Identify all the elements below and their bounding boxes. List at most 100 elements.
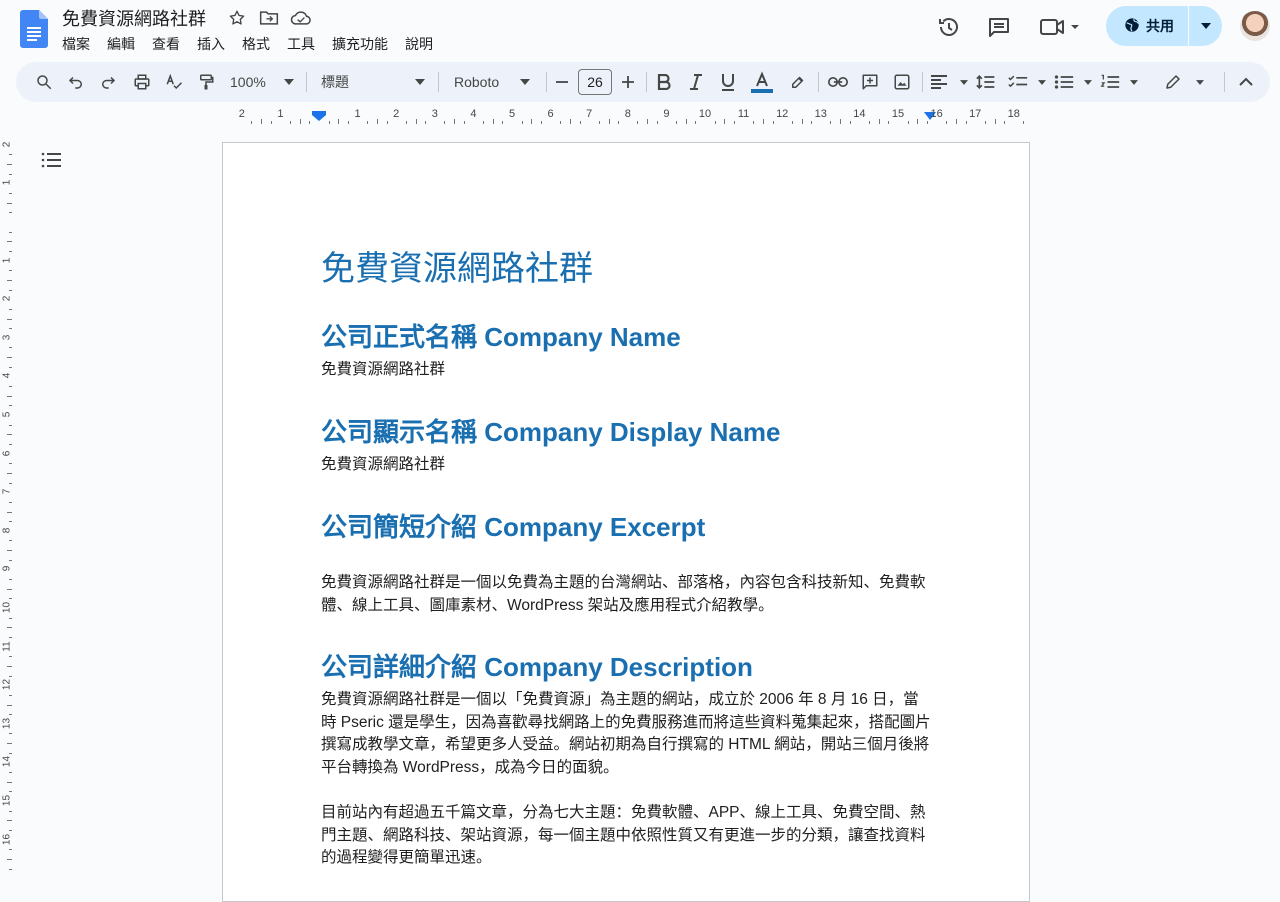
vruler-tick <box>7 588 12 590</box>
paragraph-articles[interactable]: 目前站內有超過五千篇文章，分為七大主題：免費軟體、APP、線上工具、免費空間、熱… <box>321 802 933 870</box>
comments-icon[interactable] <box>984 12 1014 42</box>
version-history-icon[interactable] <box>934 12 964 42</box>
bold-icon[interactable] <box>652 70 676 94</box>
menu-insert[interactable]: 插入 <box>197 34 225 54</box>
italic-icon[interactable] <box>684 70 708 94</box>
text-color-icon[interactable] <box>750 70 774 94</box>
font-family-select[interactable]: Roboto <box>454 70 530 94</box>
menu-view[interactable]: 查看 <box>152 34 180 54</box>
hide-menus-chevron-up-icon[interactable] <box>1234 70 1258 94</box>
menu-tools[interactable]: 工具 <box>287 34 315 54</box>
share-label: 共用 <box>1146 18 1174 34</box>
vruler-tick <box>9 772 12 774</box>
account-avatar[interactable] <box>1240 11 1270 41</box>
font-size-input[interactable]: 26 <box>578 69 612 95</box>
decrease-font-size-button[interactable] <box>552 70 572 94</box>
insert-link-icon[interactable] <box>826 70 850 94</box>
ruler-tick <box>531 119 533 124</box>
numbered-dropdown-icon <box>1130 79 1138 85</box>
bulleted-list-select[interactable] <box>1054 70 1092 94</box>
doc-title[interactable]: 免費資源網路社群 <box>321 241 593 290</box>
editing-mode-select[interactable] <box>1164 70 1204 94</box>
menu-file[interactable]: 檔案 <box>62 34 90 54</box>
share-dropdown-icon[interactable] <box>1189 6 1222 46</box>
ruler-label: 3 <box>431 108 438 120</box>
checklist-select[interactable] <box>1008 70 1046 94</box>
vruler-tick <box>7 781 12 783</box>
ruler-tick <box>261 119 263 124</box>
spellcheck-icon[interactable] <box>162 70 186 94</box>
document-page[interactable]: 免費資源網路社群 公司正式名稱 Company Name 免費資源網路社群 公司… <box>222 142 1030 902</box>
heading-excerpt[interactable]: 公司簡短介紹 Company Excerpt <box>321 507 705 544</box>
paragraph-description[interactable]: 免費資源網路社群是一個以「免費資源」為主題的網站，成立於 2006 年 8 月 … <box>321 689 933 779</box>
move-folder-icon[interactable] <box>258 8 280 28</box>
vruler-tick <box>9 308 12 310</box>
font-family-value: Roboto <box>454 74 500 90</box>
print-icon[interactable] <box>130 70 154 94</box>
vruler-tick <box>7 279 12 281</box>
ruler-tick <box>811 121 813 124</box>
star-icon[interactable] <box>226 8 248 28</box>
ruler-label: 16 <box>930 108 943 120</box>
menu-format[interactable]: 格式 <box>242 34 270 54</box>
line-spacing-icon[interactable] <box>974 70 998 94</box>
ruler-tick <box>946 121 948 124</box>
horizontal-ruler[interactable]: 2 1 1 2 3 4 5 6 7 8 9 10 11 12 13 14 15 16 17 18 <box>222 108 1030 126</box>
paragraph-style-value: 標題 <box>321 74 349 90</box>
align-select[interactable] <box>930 70 968 94</box>
paragraph-display-name[interactable]: 免費資源網路社群 <box>321 454 933 477</box>
ruler-tick <box>569 119 571 124</box>
zoom-select[interactable]: 100% <box>230 70 294 94</box>
ruler-tick <box>540 121 542 124</box>
ruler-label: 7 <box>586 108 593 120</box>
document-outline-icon[interactable] <box>38 148 64 172</box>
style-dropdown-icon <box>415 79 425 85</box>
paint-format-icon[interactable] <box>194 70 218 94</box>
ruler-label: 15 <box>891 108 905 120</box>
docs-logo-icon[interactable] <box>20 10 48 48</box>
ruler-tick <box>647 119 649 124</box>
ruler-label: 10 <box>698 108 712 120</box>
checklist-icon <box>1008 75 1028 88</box>
ruler-tick <box>878 119 880 124</box>
vruler-tick <box>9 868 12 870</box>
numbered-list-icon <box>1100 74 1120 88</box>
heading-display-name[interactable]: 公司顯示名稱 Company Display Name <box>321 412 780 449</box>
share-button[interactable]: 共用 <box>1106 6 1222 46</box>
ruler-label: 18 <box>1007 108 1020 120</box>
insert-image-icon[interactable] <box>890 70 914 94</box>
search-menus-icon[interactable] <box>32 70 56 94</box>
highlight-color-icon[interactable] <box>786 70 810 94</box>
paragraph-style-select[interactable]: 標題 <box>321 70 425 94</box>
vruler-tick <box>9 347 12 349</box>
menu-extensions[interactable]: 擴充功能 <box>332 34 388 54</box>
vruler-tick <box>7 318 12 320</box>
cloud-saved-icon[interactable] <box>290 8 312 28</box>
ruler-tick <box>714 121 716 124</box>
ruler-tick <box>483 121 485 124</box>
menu-help[interactable]: 說明 <box>405 34 433 54</box>
underline-icon[interactable] <box>716 70 740 94</box>
vruler-label: 12 <box>1 679 13 691</box>
paragraph-company-name[interactable]: 免費資源網路社群 <box>321 359 933 382</box>
ruler-label: 2 <box>238 108 245 120</box>
heading-description[interactable]: 公司詳細介紹 Company Description <box>321 647 753 684</box>
numbered-list-select[interactable] <box>1100 70 1138 94</box>
undo-icon[interactable] <box>64 70 88 94</box>
vruler-tick <box>7 820 12 822</box>
ruler-tick <box>598 121 600 124</box>
document-title[interactable]: 免費資源網路社群 <box>62 5 206 31</box>
meet-video-icon[interactable] <box>1038 12 1082 42</box>
paragraph-excerpt[interactable]: 免費資源網路社群是一個以免費為主題的台灣網站、部落格，內容包含科技新知、免費軟體… <box>321 572 933 617</box>
redo-icon[interactable] <box>96 70 120 94</box>
heading-company-name[interactable]: 公司正式名稱 Company Name <box>321 317 681 354</box>
increase-font-size-button[interactable] <box>618 70 638 94</box>
vruler-label: 13 <box>1 717 13 729</box>
vertical-ruler[interactable]: 2 1 1 2 3 4 5 6 7 8 9 10 11 12 13 14 15 16 <box>0 126 14 884</box>
vruler-tick <box>7 743 12 745</box>
menu-edit[interactable]: 編輯 <box>107 34 135 54</box>
left-indent-marker-icon <box>312 111 326 121</box>
app-header: 免費資源網路社群 檔案 編輯 查看 插入 格式 工具 擴充功能 說明 共用 <box>0 0 1280 60</box>
vruler-tick <box>9 733 12 735</box>
insert-comment-icon[interactable] <box>858 70 882 94</box>
